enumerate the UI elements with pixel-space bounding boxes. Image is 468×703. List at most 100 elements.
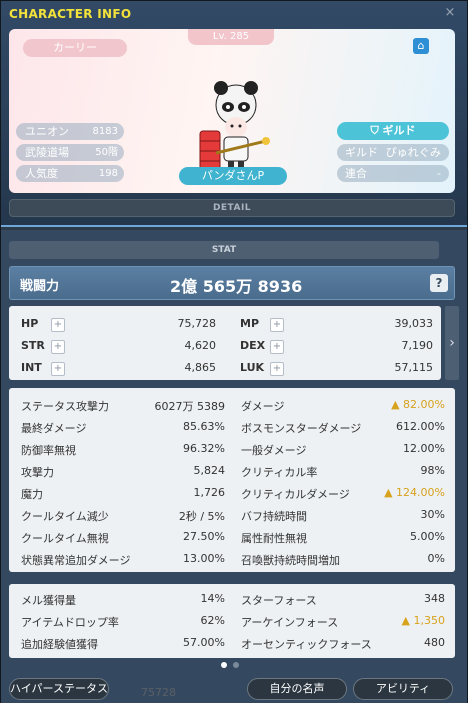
- detail-stat-row: 属性耐性無視 5.00%: [241, 530, 445, 546]
- hp-plus-button[interactable]: +: [51, 318, 65, 332]
- union-stat: ユニオン 8183: [16, 123, 124, 140]
- detail-stat-label: 召喚獣持続時間増加: [241, 554, 340, 567]
- str-label: STR: [21, 339, 45, 352]
- ghost-value: 75728: [141, 686, 176, 699]
- detail-stat-label: クリティカルダメージ: [241, 488, 350, 501]
- misc-stat-label: スターフォース: [241, 594, 317, 607]
- misc-stat-row: スターフォース 348: [241, 592, 445, 608]
- str-row: STR + 4,620: [21, 339, 216, 355]
- misc-stat-value: 57.00%: [183, 636, 225, 649]
- str-plus-button[interactable]: +: [51, 340, 65, 354]
- ability-button[interactable]: アビリティ: [353, 678, 453, 700]
- detail-stat-row: クールタイム無視 27.50%: [21, 530, 225, 546]
- detail-stat-row: 状態異常追加ダメージ 13.00%: [21, 552, 225, 568]
- page-dot-active[interactable]: [221, 662, 227, 668]
- union-value: 8183: [92, 126, 118, 137]
- level-badge: Lv. 285: [188, 29, 274, 45]
- detail-stats: ステータス攻撃力 6027万 5389 ダメージ ▲ 82.00% 最終ダメージ 85.6…: [9, 388, 455, 572]
- misc-stat-label: アイテムドロップ率: [21, 616, 119, 629]
- detail-stat-row: クリティカルダメージ ▲ 124.00%: [241, 486, 445, 502]
- guild-button-label: ギルド: [382, 124, 416, 137]
- detail-stat-label: クールタイム減少: [21, 510, 109, 523]
- detail-button[interactable]: DETAIL: [9, 199, 455, 217]
- hp-label: HP: [21, 317, 39, 330]
- close-icon[interactable]: ×: [443, 6, 457, 20]
- int-plus-button[interactable]: +: [51, 362, 65, 376]
- detail-stat-row: ダメージ ▲ 82.00%: [241, 398, 445, 414]
- detail-stat-value: 2秒 / 5%: [178, 510, 225, 523]
- chevron-right-icon[interactable]: ›: [445, 306, 459, 380]
- detail-stat-value: 30%: [420, 508, 445, 521]
- mp-plus-button[interactable]: +: [270, 318, 284, 332]
- detail-stat-label: クリティカル率: [241, 466, 318, 479]
- luk-plus-button[interactable]: +: [270, 362, 284, 376]
- profile-header: CHARACTER INFO × カーリー Lv. 285 ⌂ ユニオン 818…: [1, 1, 467, 227]
- luk-row: LUK + 57,115: [240, 361, 433, 377]
- home-icon[interactable]: ⌂: [413, 38, 429, 54]
- misc-stat-label: アーケインフォース: [241, 616, 339, 629]
- window-title: CHARACTER INFO: [9, 7, 132, 21]
- detail-stat-row: 防御率無視 96.32%: [21, 442, 225, 458]
- guild-icon: ⛉: [370, 124, 383, 137]
- detail-stat-label: ボスモンスターダメージ: [241, 422, 362, 435]
- detail-stat-value: 27.50%: [183, 530, 225, 543]
- basic-stats: HP + 75,728 MP + 39,033 STR + 4,620 DEX …: [9, 306, 441, 380]
- misc-stat-label: 追加経験値獲得: [21, 638, 98, 651]
- my-fame-button[interactable]: 自分の名声: [247, 678, 347, 700]
- luk-value: 57,115: [394, 361, 434, 374]
- character-avatar: [199, 81, 270, 172]
- int-value: 4,865: [184, 361, 217, 374]
- alliance-label: 連合: [345, 167, 367, 180]
- misc-stat-row: オーセンティックフォース 480: [241, 636, 445, 652]
- detail-stat-value: 13.00%: [183, 552, 225, 565]
- detail-stat-label: クールタイム無視: [21, 532, 109, 545]
- nickname-pill: カーリー: [23, 39, 127, 57]
- misc-stat-value: 480: [424, 636, 445, 649]
- detail-stat-value: 612.00%: [396, 420, 445, 433]
- misc-stat-value: 14%: [200, 592, 225, 605]
- detail-stat-value: 5.00%: [410, 530, 445, 543]
- detail-stat-row: 召喚獣持続時間増加 0%: [241, 552, 445, 568]
- dex-value: 7,190: [401, 339, 434, 352]
- hp-value: 75,728: [177, 317, 217, 330]
- guild-label: ギルド: [345, 146, 378, 159]
- detail-stat-row: ボスモンスターダメージ 612.00%: [241, 420, 445, 436]
- int-label: INT: [21, 361, 42, 374]
- profile-card: カーリー Lv. 285 ⌂ ユニオン 8183 武陵道場 50階 人気度 19…: [9, 29, 455, 193]
- combat-power-value: 2億 565万 8936: [170, 277, 303, 296]
- page-dot[interactable]: [233, 662, 239, 668]
- detail-stat-value: 6027万 5389: [154, 400, 226, 413]
- misc-stat-label: オーセンティックフォース: [241, 638, 372, 651]
- detail-stat-row: 攻撃力 5,824: [21, 464, 225, 480]
- detail-stat-value: ▲ 124.00%: [384, 486, 445, 499]
- detail-stat-label: 状態異常追加ダメージ: [21, 554, 131, 567]
- page-indicator: [221, 658, 245, 671]
- alliance-value: -: [437, 167, 441, 180]
- guild-button[interactable]: ⛉ ギルド: [337, 122, 449, 140]
- detail-stat-value: 85.63%: [183, 420, 225, 433]
- misc-stat-value: ▲ 1,350: [401, 614, 445, 627]
- misc-stat-label: メル獲得量: [21, 594, 76, 607]
- detail-stat-label: 一般ダメージ: [241, 444, 307, 457]
- detail-stat-value: 98%: [420, 464, 445, 477]
- detail-stat-label: ステータス攻撃力: [21, 400, 109, 413]
- detail-stat-row: ステータス攻撃力 6027万 5389: [21, 398, 225, 414]
- detail-stat-value: 1,726: [193, 486, 226, 499]
- detail-stat-value: 96.32%: [183, 442, 225, 455]
- hyper-stat-button[interactable]: ハイパーステータス: [9, 678, 109, 700]
- popularity-value: 198: [98, 168, 118, 179]
- luk-label: LUK: [240, 361, 265, 374]
- dex-plus-button[interactable]: +: [270, 340, 284, 354]
- combat-power-label: 戦闘力: [20, 279, 60, 294]
- help-button[interactable]: ?: [430, 274, 448, 292]
- misc-stats: メル獲得量 14% スターフォース 348 アイテムドロップ率 62% アーケインフォース ▲…: [9, 584, 455, 658]
- detail-stat-label: バフ持続時間: [241, 510, 307, 523]
- alliance-stat: 連合 -: [337, 165, 449, 182]
- detail-stat-value: 5,824: [193, 464, 226, 477]
- dojo-value: 50階: [95, 147, 118, 158]
- detail-stat-value: 0%: [427, 552, 445, 565]
- dex-label: DEX: [240, 339, 266, 352]
- detail-stat-row: バフ持続時間 30%: [241, 508, 445, 524]
- guild-name-stat: ギルド ぴゅれぐみ: [337, 144, 449, 161]
- guild-value: ぴゅれぐみ: [385, 146, 441, 159]
